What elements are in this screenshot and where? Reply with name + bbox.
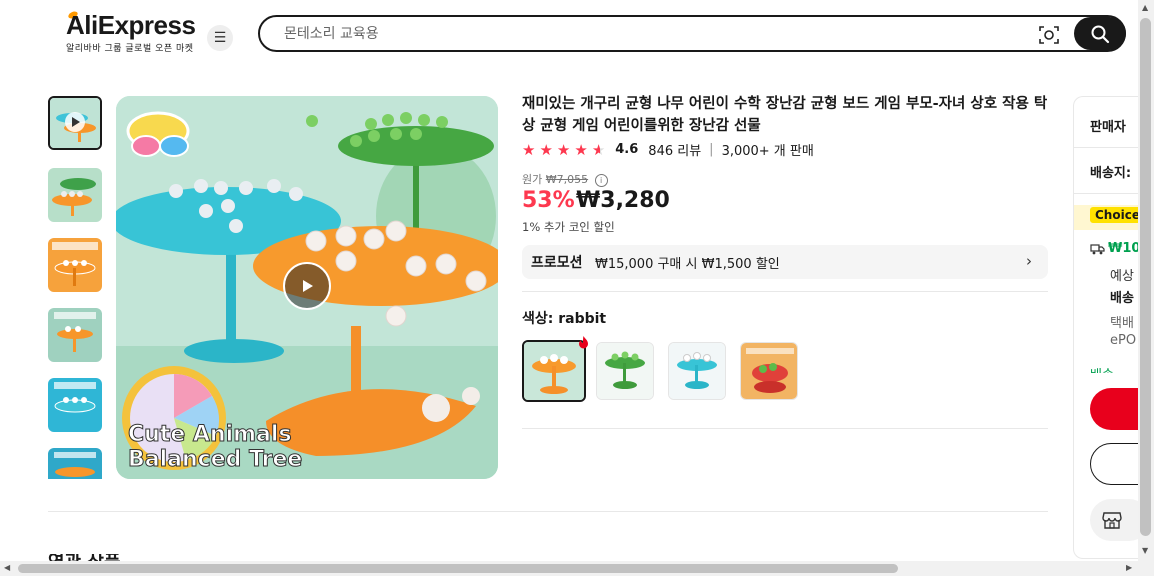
star-icon: ★	[574, 140, 588, 159]
gallery-thumbnail[interactable]	[48, 308, 102, 362]
seller-label[interactable]: 판매자	[1090, 116, 1126, 135]
color-option-astronaut[interactable]	[668, 342, 726, 400]
color-option-frog[interactable]	[596, 342, 654, 400]
shipping-more: 배송	[1090, 364, 1114, 373]
logo-subtitle: 알리바바 그룹 글로벌 오픈 마켓	[66, 44, 194, 54]
product-title: 재미있는 개구리 균형 나무 어린이 수학 장난감 균형 보드 게임 부모-자녀…	[522, 96, 1048, 134]
section-heading: 연관 상품	[48, 554, 121, 561]
hamburger-menu-icon[interactable]: ☰	[207, 25, 233, 51]
store-icon	[1102, 512, 1122, 529]
truck-icon	[1090, 243, 1105, 254]
star-icon: ★	[556, 140, 571, 159]
divider	[48, 511, 1048, 512]
courier-name: ePO	[1110, 333, 1137, 348]
image-caption-line2: Balanced Tree	[128, 447, 302, 472]
delivery-estimate-label: 예상	[1110, 269, 1134, 284]
camera-search-icon[interactable]	[1038, 24, 1060, 46]
separator: |	[709, 142, 714, 157]
gallery-thumbnail[interactable]	[48, 168, 102, 222]
rating-value: 4.6	[615, 142, 639, 157]
coin-discount-text: 1% 추가 코인 할인	[522, 220, 615, 234]
gallery-thumbnail[interactable]	[48, 378, 102, 432]
search-input[interactable]	[282, 18, 986, 50]
color-label: 색상: rabbit	[522, 311, 607, 327]
choice-badge: Choice	[1090, 207, 1145, 223]
gallery-thumbnail-video[interactable]	[48, 96, 102, 150]
aliexpress-logo[interactable]: AliExpress	[66, 10, 196, 41]
divider	[1074, 147, 1138, 148]
scroll-down-icon[interactable]: ▼	[1142, 546, 1148, 555]
promotion-title: 프로모션	[531, 255, 583, 271]
info-icon[interactable]: i	[594, 173, 608, 187]
courier-label: 택배	[1110, 316, 1134, 331]
original-price-label: 원가	[522, 173, 543, 186]
rating-row[interactable]: ★ ★ ★ ★ ★ 4.6 846 리뷰 | 3,000+ 개 판매	[522, 140, 814, 160]
color-option-box[interactable]	[740, 342, 798, 400]
original-price-row: 원가 ₩7,055 i	[522, 171, 608, 187]
horizontal-scrollbar-thumb[interactable]	[18, 564, 898, 573]
hot-flame-icon	[579, 336, 588, 349]
image-caption-line1: Cute Animals	[128, 422, 292, 447]
star-half-icon: ★	[591, 140, 606, 159]
play-icon	[303, 280, 313, 292]
original-price: ₩7,055	[545, 173, 589, 186]
divider	[1074, 193, 1138, 194]
gallery-thumbnail[interactable]	[48, 448, 102, 479]
star-icon: ★	[539, 140, 553, 159]
sale-price: ₩3,280	[576, 188, 670, 213]
scroll-up-icon[interactable]: ▲	[1142, 3, 1148, 12]
sold-count: 3,000+ 개 판매	[721, 144, 814, 159]
vertical-scrollbar-thumb[interactable]	[1140, 18, 1151, 536]
star-icon: ★	[522, 140, 536, 159]
scroll-right-icon[interactable]: ▶	[1126, 563, 1132, 572]
play-video-button[interactable]	[283, 262, 331, 310]
chevron-right-icon[interactable]: ›	[1026, 252, 1032, 270]
ship-to-label[interactable]: 배송지:	[1090, 162, 1131, 181]
divider	[522, 291, 1048, 292]
review-count[interactable]: 846 리뷰	[648, 140, 701, 159]
gallery-thumbnail[interactable]	[48, 238, 102, 292]
color-option-rabbit[interactable]	[522, 340, 586, 402]
search-button[interactable]	[1074, 17, 1126, 50]
magnifier-icon	[1091, 25, 1110, 43]
discount-percent: 53%	[522, 188, 575, 213]
promotion-text: ₩15,000 구매 시 ₩1,500 할인	[595, 257, 780, 272]
delivery-date: 배송	[1110, 291, 1134, 306]
divider	[522, 428, 1048, 429]
scroll-left-icon[interactable]: ◀	[4, 563, 10, 572]
